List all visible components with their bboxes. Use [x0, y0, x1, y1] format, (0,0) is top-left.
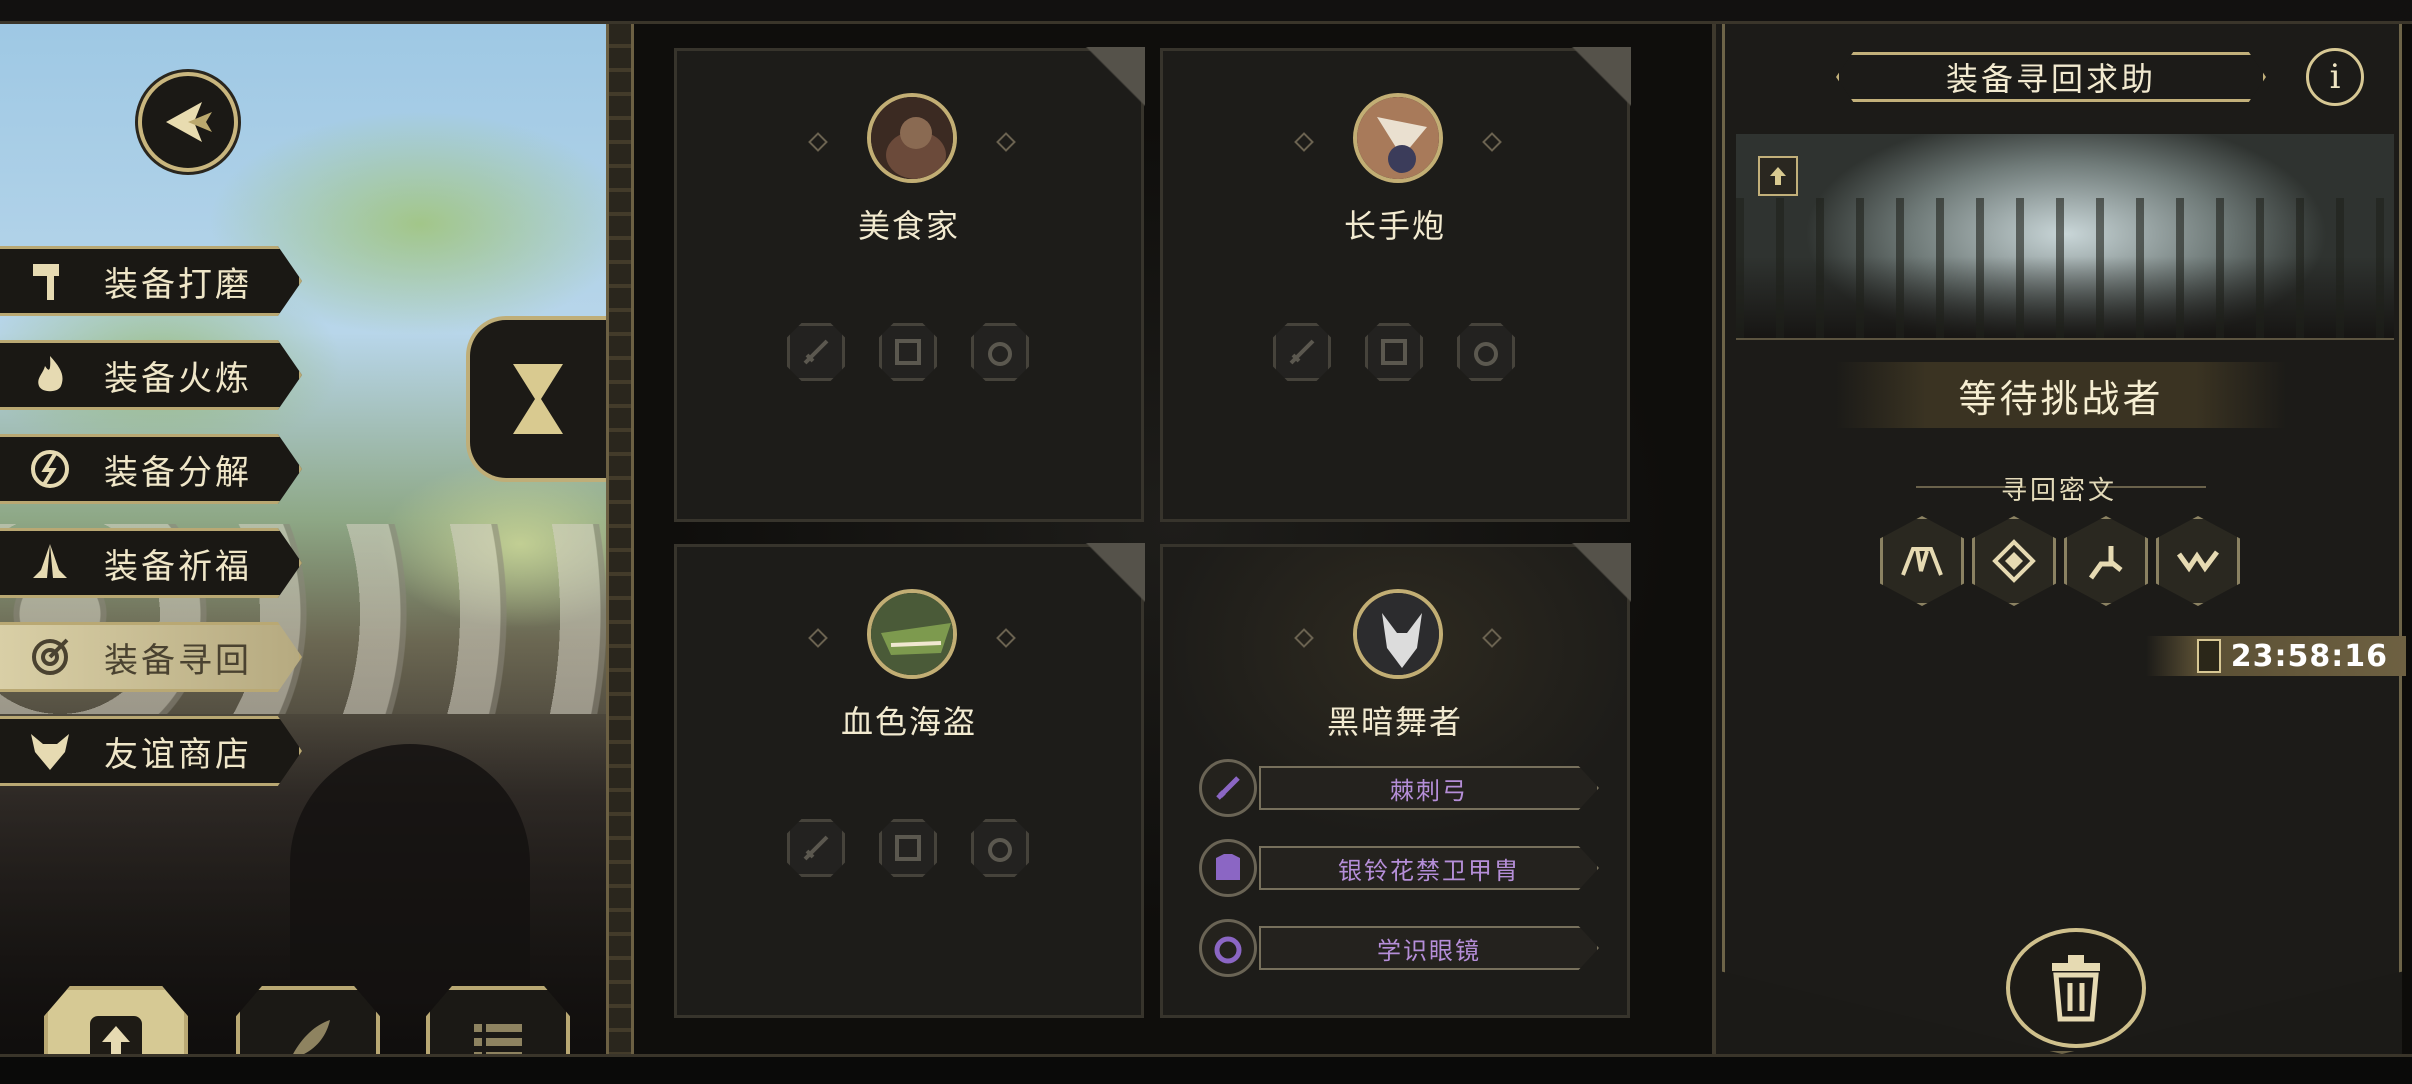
flame-icon — [24, 349, 76, 401]
equipment-name: 银铃花禁卫甲胄 — [1259, 846, 1599, 890]
scene-figure — [290, 744, 530, 1004]
ornament-diamond — [1482, 628, 1502, 648]
equipment-row[interactable]: 棘刺弓 — [1199, 759, 1599, 817]
list-button[interactable] — [426, 986, 570, 1054]
menu-item-label: 装备火炼 — [104, 358, 252, 399]
character-card[interactable]: 长手炮 — [1160, 47, 1631, 522]
weapon-slot-icon[interactable] — [787, 819, 845, 877]
share-icon[interactable] — [1758, 156, 1798, 196]
menu-item-dismantle[interactable]: 装备分解 — [0, 434, 302, 504]
ring-slot-icon[interactable] — [1457, 323, 1515, 381]
rune-diamond-icon — [1972, 516, 2056, 606]
weapon-slot-icon[interactable] — [1273, 323, 1331, 381]
character-portrait — [867, 589, 957, 679]
hourglass-icon — [513, 364, 563, 434]
back-button[interactable] — [138, 72, 238, 172]
ring-icon — [1199, 919, 1257, 977]
rune-zigzag-icon — [2156, 516, 2240, 606]
list-icon — [466, 1010, 530, 1054]
menu-item-forge[interactable]: 装备火炼 — [0, 340, 302, 410]
character-card[interactable]: 血色海盗 — [674, 543, 1145, 1018]
character-name: 血色海盗 — [840, 703, 977, 741]
equipment-row[interactable]: 银铃花禁卫甲胄 — [1199, 839, 1599, 897]
scene-side-tab[interactable] — [466, 316, 606, 482]
ornament-diamond — [808, 628, 828, 648]
delete-button[interactable] — [2006, 928, 2146, 1048]
menu-item-label: 装备打磨 — [104, 264, 252, 305]
armor-slot-icon[interactable] — [879, 323, 937, 381]
camp-scene: 装备打磨 装备火炼 装备分解 装备祈福 装备寻回 友谊商店 — [0, 24, 606, 1054]
menu-item-friend-shop[interactable]: 友谊商店 — [0, 716, 302, 786]
character-card[interactable]: 美食家 — [674, 47, 1145, 522]
ornament-diamond — [1294, 132, 1314, 152]
top-border — [0, 0, 2412, 24]
back-arrow-icon — [166, 102, 212, 142]
character-name: 长手炮 — [1343, 207, 1446, 245]
character-portrait — [1353, 93, 1443, 183]
armor-icon — [1199, 839, 1257, 897]
armor-slot-icon[interactable] — [879, 819, 937, 877]
fox-icon — [24, 725, 76, 777]
character-name: 美食家 — [857, 207, 960, 245]
rune-arch-icon — [1880, 516, 1964, 606]
panel-divider — [606, 24, 634, 1054]
countdown-timer: 23:58:16 — [2146, 636, 2406, 676]
stage-preview — [1736, 134, 2394, 340]
character-portrait — [1353, 589, 1443, 679]
stage-plants — [1736, 198, 2394, 338]
trash-icon — [2052, 955, 2100, 1022]
info-button[interactable]: i — [2306, 48, 2364, 106]
character-name: 黑暗舞者 — [1326, 703, 1463, 741]
character-portrait — [867, 93, 957, 183]
menu-item-label: 友谊商店 — [104, 734, 252, 775]
ornament-diamond — [996, 628, 1016, 648]
rune-step-icon — [2064, 516, 2148, 606]
ornament-diamond — [1482, 132, 1502, 152]
equipment-row[interactable]: 学识眼镜 — [1199, 919, 1599, 977]
character-card[interactable]: 黑暗舞者 棘刺弓 银铃花禁卫甲胄 学识眼镜 — [1160, 543, 1631, 1018]
panel-title: 装备寻回求助 — [1836, 52, 2266, 102]
upload-button[interactable] — [44, 986, 188, 1054]
menu-item-label: 装备寻回 — [104, 640, 252, 681]
menu-item-polish[interactable]: 装备打磨 — [0, 246, 302, 316]
character-grid: 美食家 长手炮 血色海盗 黑暗舞者 棘刺弓 银铃花禁卫甲胄 学识眼镜 — [634, 24, 1712, 1054]
timer-text: 23:58:16 — [2230, 638, 2388, 674]
equipment-name: 学识眼镜 — [1259, 926, 1599, 970]
retrieve-help-panel: 装备寻回求助 i 等待挑战者 寻回密文 23:58:16 — [1712, 24, 2406, 1054]
weapon-slot-icon[interactable] — [787, 323, 845, 381]
feather-button[interactable] — [236, 986, 380, 1054]
ornament-diamond — [808, 132, 828, 152]
side-menu: 装备打磨 装备火炼 装备分解 装备祈福 装备寻回 友谊商店 — [0, 246, 302, 810]
ring-slot-icon[interactable] — [971, 323, 1029, 381]
armor-slot-icon[interactable] — [1365, 323, 1423, 381]
break-icon — [24, 443, 76, 495]
ornament-diamond — [1294, 628, 1314, 648]
bow-icon — [1199, 759, 1257, 817]
cipher-runes — [1880, 516, 2240, 606]
hourglass-icon — [2196, 639, 2221, 673]
equipment-slots — [787, 323, 1029, 381]
target-icon — [24, 631, 76, 683]
equipment-name: 棘刺弓 — [1259, 766, 1599, 810]
upload-icon — [84, 1010, 148, 1054]
menu-item-bless[interactable]: 装备祈福 — [0, 528, 302, 598]
prayer-icon — [24, 537, 76, 589]
menu-item-label: 装备祈福 — [104, 546, 252, 587]
bottom-border — [0, 1054, 2412, 1084]
status-banner: 等待挑战者 — [1836, 362, 2286, 428]
ornament-diamond — [996, 132, 1016, 152]
cipher-label: 寻回密文 — [2000, 476, 2117, 506]
equipment-slots — [1273, 323, 1515, 381]
equipment-slots — [787, 819, 1029, 877]
menu-item-retrieve[interactable]: 装备寻回 — [0, 622, 302, 692]
ring-slot-icon[interactable] — [971, 819, 1029, 877]
menu-item-label: 装备分解 — [104, 452, 252, 493]
feather-icon — [276, 1010, 340, 1054]
hammer-icon — [24, 255, 76, 307]
